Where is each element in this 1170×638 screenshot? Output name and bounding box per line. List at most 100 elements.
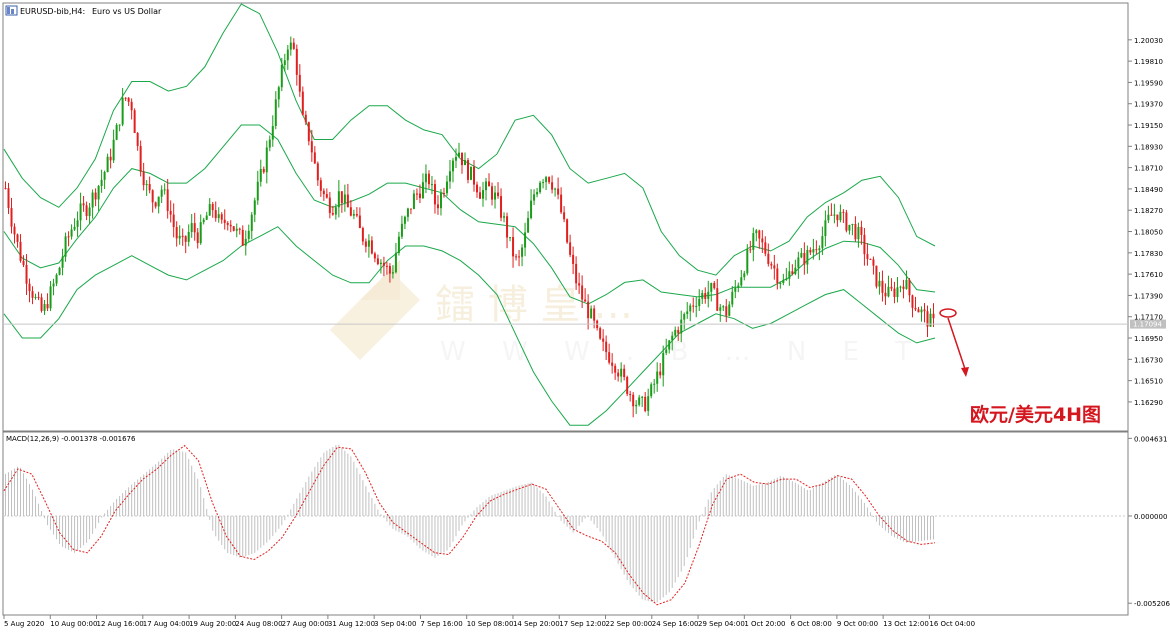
macd-title: MACD(12,26,9) -0.001378 -0.001676 [6, 435, 136, 443]
candle-body [536, 192, 539, 195]
candle-body [737, 285, 740, 288]
chart-canvas[interactable]: 鐳 博 皇 … W W W . B … N E T EURUSD-bib,H4:… [0, 0, 1170, 634]
candle-body [10, 208, 13, 227]
candle-body [782, 279, 785, 284]
candle-body [899, 286, 902, 288]
candle-body [887, 286, 890, 297]
candle-body [626, 376, 629, 395]
candle-body [367, 240, 370, 247]
candle-body [605, 341, 608, 353]
candle-body [623, 368, 626, 377]
candle-body [184, 236, 187, 242]
candle-body [136, 133, 139, 147]
candle-body [379, 262, 382, 265]
candle-body [85, 205, 88, 216]
candle-body [833, 214, 836, 216]
candle-body [58, 267, 61, 275]
candle-body [466, 160, 469, 180]
candle-body [905, 279, 908, 289]
price-tick-label: 1.16290 [1134, 399, 1163, 407]
chart-symbol: EURUSD-bib,H4: [20, 7, 85, 16]
candle-body [815, 249, 818, 251]
candle-body [929, 313, 932, 327]
candle-body [190, 223, 193, 232]
candle-body [665, 349, 668, 353]
time-tick-label: 10 Aug 00:00 [50, 620, 97, 628]
candle-body [575, 263, 578, 284]
candle-body [656, 371, 659, 384]
candle-body [854, 224, 857, 240]
candle-body [500, 196, 503, 218]
candle-body [494, 192, 497, 200]
candle-body [196, 232, 199, 244]
candle-body [319, 180, 322, 191]
candle-body [749, 249, 752, 251]
candle-body [451, 160, 454, 172]
candle-body [608, 352, 611, 363]
candle-body [872, 259, 875, 266]
candle-body [349, 207, 352, 216]
candle-body [824, 220, 827, 237]
candle-body [124, 97, 127, 99]
candle-body [554, 188, 557, 190]
candle-body [860, 226, 863, 235]
candle-body [647, 396, 650, 411]
candle-body [175, 227, 178, 239]
candle-body [82, 203, 85, 206]
candle-body [232, 226, 235, 231]
candle-body [803, 252, 806, 265]
candle-body [563, 212, 566, 220]
candle-body [205, 215, 208, 220]
candle-body [515, 256, 518, 258]
window-icon[interactable] [5, 5, 18, 16]
candle-body [409, 208, 412, 210]
candle-body [797, 257, 800, 268]
candle-body [187, 231, 190, 242]
candle-body [262, 168, 265, 173]
candle-body [557, 188, 560, 195]
candle-body [890, 286, 893, 289]
candle-body [391, 272, 394, 274]
candle-body [400, 223, 403, 237]
candle-body [4, 187, 7, 189]
macd-panel[interactable] [2, 431, 1129, 616]
candle-body [427, 173, 430, 185]
candle-body [731, 291, 734, 305]
candle-body [280, 65, 283, 88]
candle-body [716, 288, 719, 311]
candle-body [710, 283, 713, 292]
candle-body [259, 168, 262, 182]
candle-body [199, 222, 202, 244]
candle-body [313, 152, 316, 164]
candle-body [103, 172, 106, 180]
candle-body [346, 194, 349, 208]
candle-body [611, 362, 614, 366]
candle-body [328, 197, 331, 214]
candle-body [67, 236, 70, 238]
candle-body [560, 194, 563, 213]
candle-body [52, 283, 55, 287]
candle-body [524, 232, 527, 248]
candle-body [316, 163, 319, 181]
candle-body [70, 229, 73, 237]
candle-body [881, 280, 884, 293]
macd-axis: 0.004631 0.000000 -0.005206 [1128, 435, 1170, 608]
candle-body [752, 233, 755, 250]
candle-body [635, 404, 638, 407]
candle-body [211, 204, 214, 211]
candle-body [463, 160, 466, 166]
macd-tick-label: -0.005206 [1134, 600, 1170, 608]
candle-body [100, 179, 103, 186]
candle-body [415, 193, 418, 195]
candle-body [830, 214, 833, 216]
candle-body [226, 222, 229, 225]
candle-body [896, 287, 899, 298]
time-tick-label: 9 Oct 00:00 [837, 620, 878, 628]
price-tick-label: 1.16950 [1134, 335, 1163, 343]
candle-body [746, 249, 749, 274]
time-tick-label: 24 Aug 08:00 [235, 620, 282, 628]
candle-body [160, 189, 163, 197]
candle-body [109, 156, 112, 161]
candle-body [503, 216, 506, 218]
price-tick-label: 1.17390 [1134, 292, 1163, 300]
